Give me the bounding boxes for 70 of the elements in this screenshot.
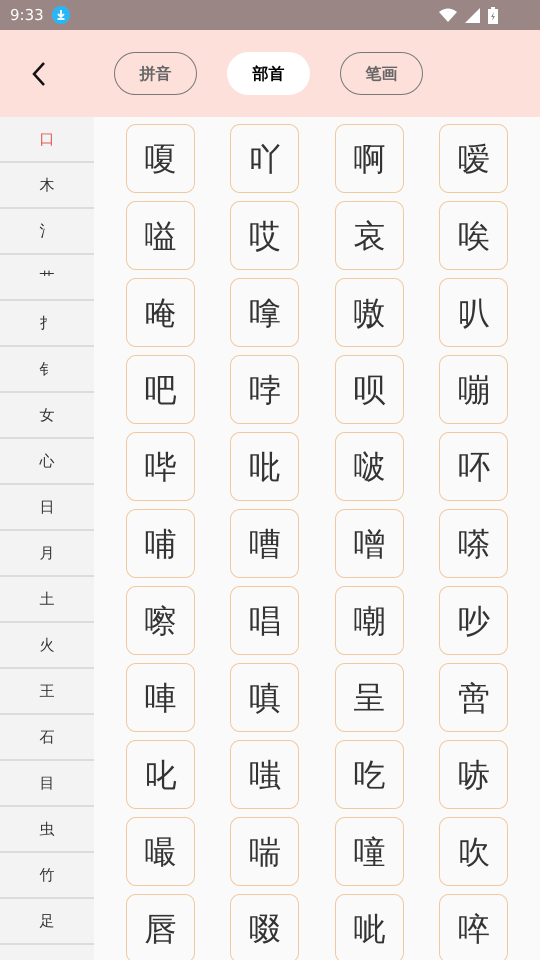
wifi-icon (439, 8, 457, 22)
radical-item[interactable]: 氵 (0, 209, 94, 255)
radical-item[interactable]: 目 (0, 761, 94, 807)
radical-item[interactable]: 钅 (0, 347, 94, 393)
back-icon (31, 60, 47, 86)
radical-item[interactable]: 艹 (0, 255, 94, 301)
character-card[interactable]: 呲 (334, 894, 404, 960)
character-card[interactable]: 吖 (230, 124, 300, 193)
character-card[interactable]: 哎 (230, 201, 300, 270)
tab[interactable]: 部首 (227, 52, 310, 95)
character-card[interactable]: 呗 (334, 355, 404, 424)
character-card[interactable]: 吹 (439, 817, 508, 886)
character-card[interactable]: 哺 (126, 509, 195, 578)
character-card[interactable]: 嘲 (334, 586, 404, 655)
radical-item[interactable]: 心 (0, 439, 94, 485)
status-time: 9:33 (10, 4, 44, 26)
character-card[interactable]: 哔 (126, 432, 195, 501)
radical-item[interactable]: 日 (0, 485, 94, 531)
character-card[interactable]: 嘣 (439, 355, 508, 424)
tab[interactable]: 笔画 (340, 52, 423, 95)
character-card[interactable]: 叭 (439, 278, 508, 347)
character-card[interactable]: 嘈 (230, 509, 300, 578)
radical-item[interactable]: 扌 (0, 301, 94, 347)
character-card[interactable]: 啻 (439, 663, 508, 732)
radical-item[interactable]: 竹 (0, 853, 94, 899)
character-card[interactable]: 噌 (334, 509, 404, 578)
character-card[interactable]: 呈 (334, 663, 404, 732)
radical-item[interactable]: 石 (0, 715, 94, 761)
character-card[interactable]: 喘 (230, 817, 300, 886)
radical-item[interactable]: 火 (0, 623, 94, 669)
character-card[interactable]: 嗔 (230, 663, 300, 732)
character-card[interactable]: 嗏 (439, 509, 508, 578)
character-card[interactable]: 吧 (126, 355, 195, 424)
character-card[interactable]: 唇 (126, 894, 195, 960)
character-card[interactable]: 吥 (439, 432, 508, 501)
character-card[interactable]: 嗷 (334, 278, 404, 347)
character-card[interactable]: 唓 (126, 663, 195, 732)
radical-item[interactable]: 女 (0, 393, 94, 439)
character-card[interactable]: 唱 (230, 586, 300, 655)
character-card[interactable]: 吵 (439, 586, 508, 655)
character-card[interactable]: 啵 (334, 432, 404, 501)
character-card[interactable]: 啐 (439, 894, 508, 960)
radical-item[interactable]: 虫 (0, 807, 94, 853)
character-card[interactable]: 唵 (126, 278, 195, 347)
download-icon (52, 6, 70, 24)
character-card[interactable]: 嗌 (126, 201, 195, 270)
radical-item[interactable]: 土 (0, 577, 94, 623)
character-card[interactable]: 嗱 (230, 278, 300, 347)
character-card[interactable]: 吡 (230, 432, 300, 501)
character-card[interactable]: 噇 (334, 817, 404, 886)
character-card[interactable]: 啊 (334, 124, 404, 193)
character-card[interactable]: 嚓 (126, 586, 195, 655)
battery-icon (488, 6, 498, 24)
signal-icon (465, 8, 480, 22)
character-card[interactable]: 嗳 (439, 124, 508, 193)
character-card[interactable]: 叱 (126, 740, 195, 809)
character-card[interactable]: 吃 (334, 740, 404, 809)
character-card[interactable]: 嗄 (126, 124, 195, 193)
character-card[interactable]: 啜 (230, 894, 300, 960)
character-card[interactable]: 哱 (230, 355, 300, 424)
radical-item[interactable]: 木 (0, 163, 94, 209)
character-card[interactable]: 哀 (334, 201, 404, 270)
character-card[interactable]: 唉 (439, 201, 508, 270)
radical-item[interactable]: 足 (0, 899, 94, 945)
radical-item[interactable]: 王 (0, 669, 94, 715)
radical-item[interactable]: 月 (0, 531, 94, 577)
character-card[interactable]: 哧 (439, 740, 508, 809)
tab[interactable]: 拼音 (114, 52, 197, 95)
character-card[interactable]: 嘬 (126, 817, 195, 886)
character-card[interactable]: 嗤 (230, 740, 300, 809)
